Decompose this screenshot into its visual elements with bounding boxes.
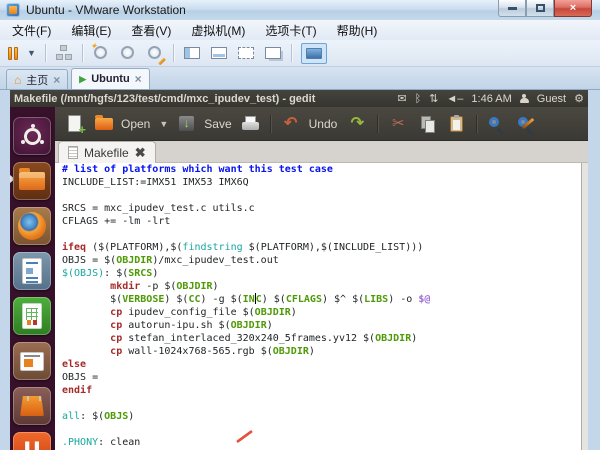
vmware-toolbar: ▼ ✦ [0,40,600,67]
document-icon [68,146,78,159]
vm-play-icon: ▶ [79,74,86,85]
unity-mode-icon[interactable] [264,44,282,62]
minimize-button[interactable] [498,0,526,17]
network-icon[interactable]: ⇅ [429,92,438,105]
vmware-app-icon [6,3,20,17]
take-snapshot-icon[interactable]: ✦ [92,44,110,62]
ubuntu-top-panel: Makefile (/mnt/hgfs/123/test/cmd/mxc_ipu… [10,90,588,107]
undo-icon[interactable]: ↶ [280,114,302,134]
bluetooth-icon[interactable]: ᛒ [415,93,422,105]
libreoffice-writer-icon[interactable] [13,252,51,290]
fullscreen-icon[interactable] [237,44,255,62]
new-document-icon[interactable] [65,114,85,134]
show-console-active-icon[interactable] [301,43,327,64]
menu-file[interactable]: 文件(F) [12,22,51,39]
tab-ubuntu-close-icon[interactable]: × [135,74,142,84]
copy-icon[interactable] [418,114,438,134]
redo-icon[interactable]: ↷ [346,114,368,134]
close-button[interactable]: × [554,0,592,17]
revert-snapshot-icon[interactable] [119,44,137,62]
vm-display: Makefile (/mnt/hgfs/123/test/cmd/mxc_ipu… [10,90,588,450]
user-icon [520,94,529,104]
libreoffice-impress-icon[interactable] [13,342,51,380]
text-editor-area[interactable]: # list of platforms which want this test… [55,163,588,450]
console-view-icon[interactable] [210,44,228,62]
document-tab[interactable]: Makefile ✖ [58,141,156,163]
document-tab-close-icon[interactable]: ✖ [135,148,146,158]
gear-icon[interactable]: ⚙ [574,92,584,105]
save-icon[interactable]: ↓ [177,114,197,134]
save-button[interactable]: Save [204,117,231,131]
open-button[interactable]: Open [121,117,150,131]
find-replace-icon[interactable] [515,114,535,134]
print-icon[interactable] [241,114,261,134]
open-dropdown-caret[interactable]: ▼ [159,119,168,129]
firefox-icon[interactable] [13,207,51,245]
editor-scrollbar[interactable] [581,163,588,450]
code-area[interactable]: # list of platforms which want this test… [62,163,430,450]
window-title: Ubuntu - VMware Workstation [26,0,186,20]
clock[interactable]: 1:46 AM [471,93,511,105]
maximize-button[interactable] [526,0,554,17]
menu-view[interactable]: 查看(V) [131,22,171,39]
suspend-button[interactable] [8,44,18,62]
suspend-dropdown-caret[interactable]: ▼ [27,48,36,58]
devices-icon[interactable] [55,44,73,62]
panel-app-title: Makefile (/mnt/hgfs/123/test/cmd/mxc_ipu… [14,93,315,105]
gedit-window: Open ▼ ↓ Save ↶ Undo ↷ ✂ Makefile ✖ [55,107,588,450]
volume-icon[interactable]: ◄– [446,93,463,105]
home-icon: ⌂ [14,75,21,85]
paste-icon[interactable] [447,114,467,134]
vm-tabstrip: ⌂ 主页 × ▶ Ubuntu × [0,67,600,90]
menu-tabs[interactable]: 选项卡(T) [265,22,316,39]
menu-edit[interactable]: 编辑(E) [71,22,111,39]
menubar: 文件(F) 编辑(E) 查看(V) 虚拟机(M) 选项卡(T) 帮助(H) [0,20,600,40]
ubuntu-software-center-icon[interactable] [13,387,51,425]
files-icon[interactable] [13,162,51,200]
snapshot-manager-icon[interactable] [146,44,164,62]
document-tab-label: Makefile [84,146,129,160]
find-icon[interactable] [486,114,506,134]
mail-indicator-icon[interactable]: ✉ [397,92,406,105]
dash-home-icon[interactable] [13,117,51,155]
show-sidebar-icon[interactable] [183,44,201,62]
undo-button[interactable]: Undo [309,117,338,131]
gedit-toolbar: Open ▼ ↓ Save ↶ Undo ↷ ✂ [55,107,588,141]
session-user[interactable]: Guest [537,93,566,105]
open-icon[interactable] [94,114,114,134]
tab-ubuntu[interactable]: ▶ Ubuntu × [71,68,149,89]
tab-home-close-icon[interactable]: × [53,75,60,85]
menu-help[interactable]: 帮助(H) [337,22,378,39]
cut-icon[interactable]: ✂ [387,114,409,134]
menu-vm[interactable]: 虚拟机(M) [191,22,245,39]
titlebar: Ubuntu - VMware Workstation × [0,0,600,20]
unity-launcher: U [10,107,55,450]
gedit-tabbar: Makefile ✖ [55,141,588,163]
libreoffice-calc-icon[interactable] [13,297,51,335]
tab-home[interactable]: ⌂ 主页 × [6,69,68,89]
ubuntu-one-icon[interactable]: U [13,432,51,450]
